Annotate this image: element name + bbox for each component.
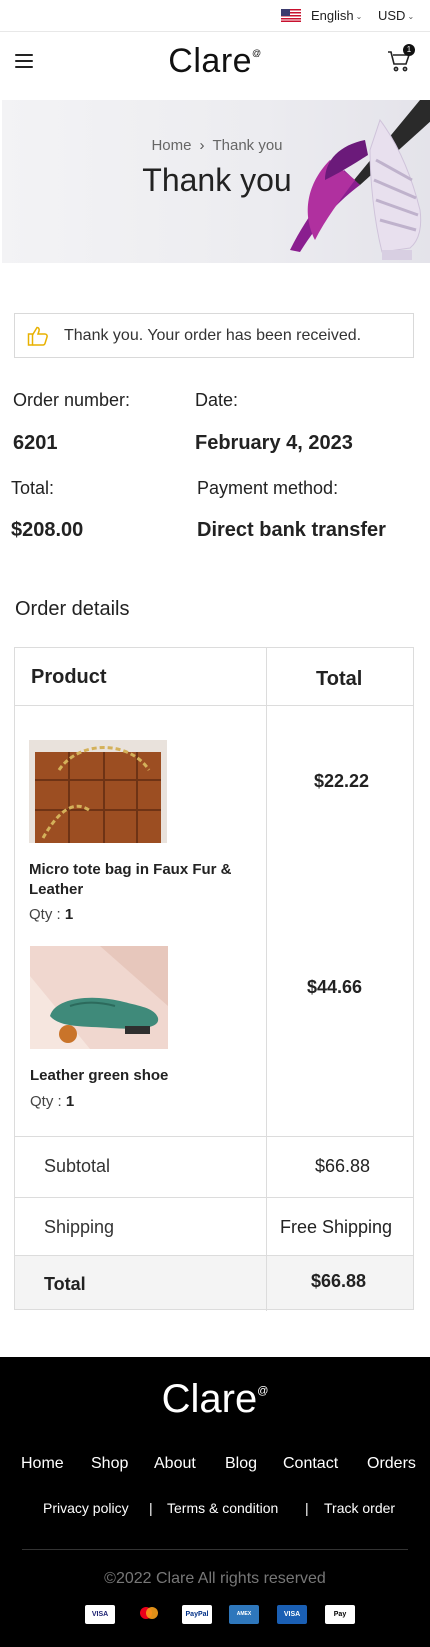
footer-nav-blog[interactable]: Blog — [225, 1455, 257, 1473]
product-price: $22.22 — [314, 771, 370, 791]
currency-selector[interactable]: USD ⌄ — [378, 8, 414, 23]
site-header: Clare@ 1 — [0, 32, 430, 100]
date-value: February 4, 2023 — [195, 432, 353, 454]
legal-separator: | — [149, 1500, 153, 1516]
site-logo[interactable]: Clare@ — [0, 42, 430, 81]
currency-label: USD — [378, 8, 406, 23]
language-selector[interactable]: English ⌄ — [311, 8, 362, 23]
product-name[interactable]: Leather green shoe — [30, 1066, 262, 1086]
mastercard-payment-icon — [134, 1605, 164, 1624]
page-title: Thank you — [142, 162, 292, 198]
chevron-right-icon: › — [199, 137, 205, 154]
order-details-table: Product Total Micro tote bag in Faux Fur… — [14, 647, 414, 1311]
payment-method-value: Direct bank transfer — [197, 519, 386, 541]
notice-text: Thank you. Your order has been received. — [64, 327, 362, 344]
footer-nav-about[interactable]: About — [154, 1455, 196, 1473]
grand-total-label: Total — [44, 1274, 86, 1294]
row-divider — [15, 705, 413, 706]
footer-nav-contact[interactable]: Contact — [283, 1455, 338, 1473]
product-quantity: Qty : 1 — [30, 1093, 75, 1110]
us-flag-icon — [281, 9, 301, 22]
breadcrumb-current: Thank you — [212, 137, 283, 154]
chevron-down-icon: ⌄ — [407, 12, 415, 21]
shipping-value: Free Shipping — [280, 1217, 393, 1237]
visa-electron-payment-icon: VISA — [277, 1605, 307, 1624]
product-name[interactable]: Micro tote bag in Faux Fur & Leather — [29, 860, 261, 900]
row-divider — [15, 1197, 413, 1198]
thumbs-up-icon — [27, 326, 48, 346]
copyright-text: ©2022 Clare All rights reserved — [104, 1570, 326, 1587]
breadcrumb: Home › Thank you — [2, 137, 430, 154]
column-divider — [266, 648, 267, 1311]
order-number-label: Order number: — [13, 390, 131, 410]
column-header-product: Product — [31, 666, 107, 688]
column-header-total: Total — [316, 668, 363, 690]
grand-total-value: $66.88 — [311, 1271, 367, 1291]
apple-pay-payment-icon: Pay — [325, 1605, 355, 1624]
footer-nav-shop[interactable]: Shop — [91, 1455, 128, 1473]
product-price: $44.66 — [307, 977, 363, 997]
row-divider — [15, 1255, 413, 1256]
cart-count-badge: 1 — [403, 44, 415, 56]
order-received-notice: Thank you. Your order has been received. — [14, 313, 414, 358]
chevron-down-icon: ⌄ — [355, 12, 363, 21]
visa-payment-icon: VISA — [85, 1605, 115, 1624]
footer-logo[interactable]: Clare@ — [0, 1377, 430, 1422]
payment-method-label: Payment method: — [197, 478, 339, 498]
product-quantity: Qty : 1 — [29, 906, 74, 923]
order-number-value: 6201 — [13, 432, 58, 454]
footer-divider — [22, 1549, 408, 1550]
page-hero-banner: Home › Thank you Thank you — [2, 100, 430, 263]
amex-payment-icon: AMEX — [229, 1605, 259, 1624]
total-value: $208.00 — [11, 519, 84, 541]
privacy-policy-link[interactable]: Privacy policy — [43, 1500, 129, 1516]
language-label: English — [311, 8, 354, 23]
legal-separator: | — [305, 1500, 309, 1516]
row-divider — [15, 1136, 413, 1137]
footer-nav-home[interactable]: Home — [21, 1455, 64, 1473]
terms-link[interactable]: Terms & condition — [167, 1500, 278, 1516]
shipping-label: Shipping — [44, 1217, 115, 1237]
footer-nav-orders[interactable]: Orders — [367, 1455, 416, 1473]
product-image-green-shoe[interactable] — [30, 946, 168, 1049]
subtotal-value: $66.88 — [315, 1156, 371, 1176]
order-details-title: Order details — [15, 598, 130, 620]
total-label: Total: — [11, 478, 55, 498]
subtotal-label: Subtotal — [44, 1156, 111, 1176]
paypal-payment-icon: PayPal — [182, 1605, 212, 1624]
breadcrumb-home-link[interactable]: Home — [151, 137, 191, 154]
track-order-link[interactable]: Track order — [324, 1500, 395, 1516]
column-divider — [266, 1256, 267, 1309]
product-image-tote-bag[interactable] — [29, 740, 167, 843]
date-label: Date: — [195, 390, 239, 410]
top-bar: English ⌄ USD ⌄ — [0, 0, 430, 32]
site-footer: Clare@ Home Shop About Blog Contact Orde… — [0, 1357, 430, 1647]
